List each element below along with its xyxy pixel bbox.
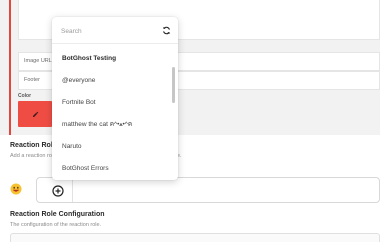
refresh-icon[interactable] [162,26,171,35]
config-input[interactable] [10,233,380,242]
image-url-label: Image URL [24,58,52,64]
role-select-dropdown: BotGhost Testing @everyone Fortnite Bot … [52,17,178,180]
dropdown-option[interactable]: @everyone [52,70,172,92]
dropdown-option[interactable]: matthew the cat ฅ^•ﻌ•^ฅ [52,114,172,136]
dropdown-search-input[interactable] [58,25,157,37]
dropdown-list: BotGhost Testing @everyone Fortnite Bot … [52,48,172,180]
dropdown-option[interactable]: BotGhost Errors [52,158,172,180]
color-picker-button[interactable] [18,101,52,127]
config-description: The configuration of the reaction role. [10,222,102,228]
add-reaction-role-box [36,177,380,203]
dropdown-option[interactable]: Naruto [52,136,172,158]
dropdown-option[interactable]: Fortnite Bot [52,92,172,114]
grinning-face-emoji-icon[interactable] [10,183,22,195]
add-box-divider [72,178,73,202]
embed-accent-bar [9,0,11,135]
dropdown-scrollbar-thumb[interactable] [172,67,175,103]
dropdown-scrollbar-track[interactable] [172,46,176,178]
dropdown-search-bar [52,17,178,44]
config-title: Reaction Role Configuration [10,211,105,218]
dropdown-option[interactable]: BotGhost Testing [52,48,172,70]
color-label: Color [18,93,32,99]
plus-circle-icon[interactable] [52,185,64,197]
eyedropper-icon [32,111,38,117]
footer-label: Footer [24,77,40,83]
page: Image URL Footer Color Reaction Roles Ad… [0,0,380,242]
